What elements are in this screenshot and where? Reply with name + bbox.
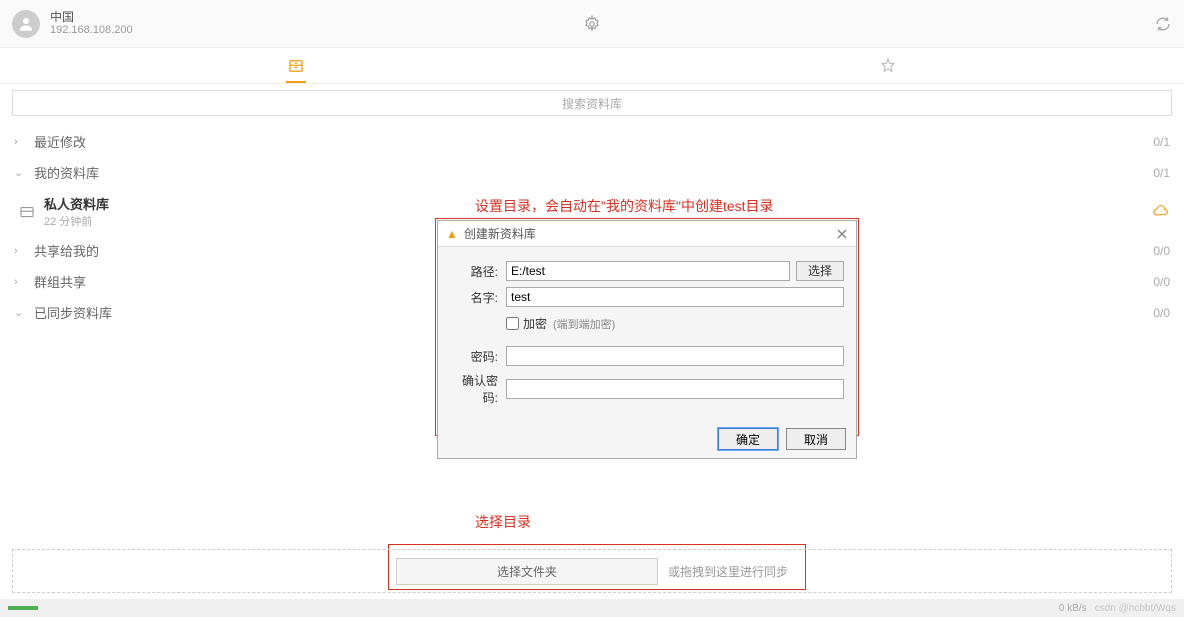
dialog-title-text: 创建新资料库 (464, 225, 536, 242)
user-info: 中国 192.168.108.200 (50, 10, 133, 38)
chevron-down-icon: ⌄ (14, 166, 28, 179)
confirm-password-input (506, 379, 844, 399)
user-ip: 192.168.108.200 (50, 24, 133, 37)
status-bar: 0 kB/s csdn @hcbbt/Wqs (0, 599, 1184, 617)
cancel-button[interactable]: 取消 (786, 428, 846, 450)
confirm-password-row: 确认密码: (450, 372, 844, 406)
name-field-row: 名字: (450, 287, 844, 307)
progress-indicator (8, 606, 38, 610)
avatar[interactable] (12, 10, 40, 38)
path-input[interactable] (506, 261, 790, 281)
library-icon (18, 203, 38, 221)
sidebar-item-label: 我的资料库 (34, 163, 1153, 182)
count-badge: 0/1 (1153, 135, 1170, 149)
dialog-titlebar: ▲ 创建新资料库 (438, 221, 856, 247)
dialog-footer: 确定 取消 (438, 420, 856, 458)
header: 中国 192.168.108.200 (0, 0, 1184, 48)
dropzone[interactable]: 选择文件夹 或拖拽到这里进行同步 (12, 549, 1172, 593)
name-label: 名字: (450, 289, 506, 306)
gear-icon (583, 15, 601, 33)
refresh-button[interactable] (1154, 15, 1172, 33)
chevron-right-icon: › (14, 136, 28, 148)
close-button[interactable] (836, 227, 848, 241)
search-input[interactable]: 搜索资料库 (12, 90, 1172, 116)
count-badge: 0/0 (1153, 306, 1170, 320)
sidebar-item-mylib[interactable]: ⌄ 我的资料库 0/1 (0, 157, 1184, 188)
chevron-right-icon: › (14, 245, 28, 257)
password-label: 密码: (450, 348, 506, 365)
encrypt-checkbox[interactable] (506, 317, 519, 330)
tab-libraries[interactable] (0, 48, 592, 83)
select-folder-button[interactable]: 选择文件夹 (396, 558, 658, 585)
search-placeholder: 搜索资料库 (562, 95, 622, 112)
encrypt-row: 加密 (端到端加密) (506, 315, 844, 332)
confirm-password-label: 确认密码: (450, 372, 506, 406)
settings-button[interactable] (583, 15, 601, 33)
chevron-down-icon: ⌄ (14, 306, 28, 319)
chevron-right-icon: › (14, 276, 28, 288)
name-input[interactable] (506, 287, 844, 307)
path-field-row: 路径: 选择 (450, 261, 844, 281)
tabs (0, 48, 1184, 84)
status-speed: 0 kB/s (1059, 603, 1087, 614)
refresh-icon (1154, 15, 1172, 33)
path-label: 路径: (450, 263, 506, 280)
dialog-body: 路径: 选择 名字: 加密 (端到端加密) 密码: 确认密码: (438, 247, 856, 420)
password-input (506, 346, 844, 366)
app-logo-icon: ▲ (446, 227, 458, 241)
close-icon (836, 228, 848, 240)
tab-starred[interactable] (592, 48, 1184, 83)
watermark: csdn @hcbbt/Wqs (1095, 603, 1176, 614)
sidebar-item-label: 最近修改 (34, 132, 1153, 151)
cloud-icon (1152, 204, 1170, 220)
user-name: 中国 (50, 10, 133, 24)
user-icon (17, 15, 35, 33)
browse-button[interactable]: 选择 (796, 261, 844, 281)
sidebar-item-recent[interactable]: › 最近修改 0/1 (0, 126, 1184, 157)
count-badge: 0/1 (1153, 166, 1170, 180)
count-badge: 0/0 (1153, 244, 1170, 258)
annotation-top: 设置目录，会自动在"我的资料库"中创建test目录 (475, 196, 774, 216)
password-row: 密码: (450, 346, 844, 366)
annotation-bottom: 选择目录 (475, 512, 531, 532)
encrypt-label: 加密 (523, 315, 547, 332)
star-icon (879, 57, 897, 75)
dropzone-hint: 或拖拽到这里进行同步 (668, 563, 788, 580)
ok-button[interactable]: 确定 (718, 428, 778, 450)
drawer-icon (287, 57, 305, 75)
create-library-dialog: ▲ 创建新资料库 路径: 选择 名字: 加密 (端到端加密) 密码: 确认密码: (437, 220, 857, 459)
encrypt-hint: (端到端加密) (553, 316, 615, 332)
count-badge: 0/0 (1153, 275, 1170, 289)
